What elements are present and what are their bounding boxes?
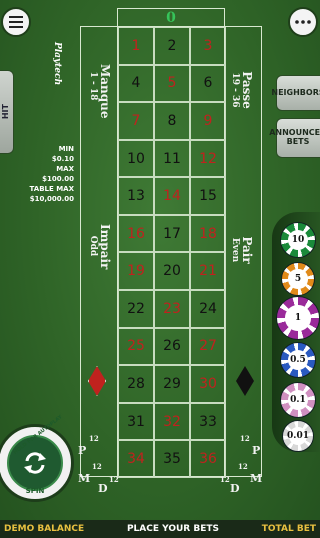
playtech-logo: Playtech [52,42,62,86]
even-label: Even [230,237,240,263]
number-cell-35[interactable]: 35 [154,440,190,478]
number-cell-11[interactable]: 11 [154,139,190,178]
status-bar: DEMO BALANCE PLACE YOUR BETS TOTAL BET [0,520,320,538]
spin-inner [7,435,63,491]
number-cell-16[interactable]: 16 [118,214,154,253]
number-cell-4[interactable]: 4 [118,64,154,103]
number-cell-8[interactable]: 8 [154,102,190,140]
number-cell-15[interactable]: 15 [190,177,226,215]
zero-cell[interactable]: 0 [117,8,225,26]
number-cell-17[interactable]: 17 [154,214,190,253]
m-right-bet[interactable]: M [250,472,262,485]
p-left-bet[interactable]: P [78,444,86,457]
spin-label: SPIN [25,487,45,495]
min-value: $0.10 [51,155,74,163]
spin-arrows-icon [24,452,46,474]
m-left-bet[interactable]: M [78,472,90,485]
demo-balance-label: DEMO BALANCE [4,524,85,534]
twelve-left-3: 12 [109,475,119,484]
number-cell-10[interactable]: 10 [118,139,154,178]
number-cell-13[interactable]: 13 [118,177,154,215]
chip-1[interactable]: 1 [276,296,320,340]
announced-bets-label: ANNOUNCED BETS [269,128,320,146]
number-cell-12[interactable]: 12 [190,139,226,178]
number-cell-29[interactable]: 29 [154,365,190,403]
chip-value: 0.01 [287,427,309,445]
d-right-bet[interactable]: D [230,482,240,495]
chip-0-5[interactable]: 0.5 [280,342,316,378]
number-cell-1[interactable]: 1 [118,27,154,65]
impair-label: Impair [98,224,112,270]
number-cell-25[interactable]: 25 [118,327,154,366]
passe-bet[interactable]: Passe 19 - 36 [220,71,264,109]
chip-0-01[interactable]: 0.01 [282,420,314,452]
number-cell-33[interactable]: 33 [190,402,226,441]
odd-label: Odd [88,235,98,257]
twelve-right-2: 12 [238,462,248,471]
number-grid: 1 2 3 4 5 6 7 8 9 10 11 12 13 14 15 16 17 18 19 20 21 22 23 24 2… [117,26,226,478]
chip-value: 10 [287,229,309,251]
number-cell-32[interactable]: 32 [154,402,190,441]
number-cell-9[interactable]: 9 [190,102,226,140]
roulette-table: HIT NEIGHBORS ANNOUNCED BETS Playtech MI… [0,0,320,538]
chip-5[interactable]: 5 [281,262,315,296]
number-cell-23[interactable]: 23 [154,290,190,328]
pair-bet[interactable]: Pair Even [220,236,264,263]
announced-bets-button[interactable]: ANNOUNCED BETS [269,118,320,158]
number-cell-28[interactable]: 28 [118,365,154,403]
manque-range: 1 - 18 [88,71,98,101]
chip-value: 5 [288,269,308,289]
twelve-right-1: 12 [240,434,250,443]
number-cell-30[interactable]: 30 [190,365,226,403]
table-max-label: TABLE MAX [29,185,74,193]
number-cell-3[interactable]: 3 [190,27,226,65]
min-label: MIN [58,145,74,153]
number-cell-14[interactable]: 14 [154,177,190,215]
more-dots-icon [295,20,311,24]
number-cell-5[interactable]: 5 [154,64,190,103]
table-max-value: $10,000.00 [29,195,74,203]
max-value: $100.00 [42,175,74,183]
table-limits: MIN $0.10 MAX $100.00 TABLE MAX $10,000.… [16,144,74,204]
number-cell-26[interactable]: 26 [154,327,190,366]
manque-label: Manque [98,64,112,119]
number-cell-27[interactable]: 27 [190,327,226,366]
number-cell-34[interactable]: 34 [118,440,154,478]
total-bet-label: TOTAL BET [261,524,316,534]
number-cell-20[interactable]: 20 [154,252,190,291]
menu-button[interactable] [1,7,31,37]
passe-range: 19 - 36 [230,72,240,108]
twelve-left-1: 12 [89,434,99,443]
manque-bet[interactable]: Manque 1 - 18 [78,64,122,119]
number-cell-31[interactable]: 31 [118,402,154,441]
number-cell-19[interactable]: 19 [118,252,154,291]
place-bets-message: PLACE YOUR BETS [126,524,219,534]
twelve-right-3: 12 [220,475,230,484]
number-cell-24[interactable]: 24 [190,290,226,328]
hamburger-menu-icon [9,16,23,28]
max-label: MAX [56,165,74,173]
twelve-left-2: 12 [92,462,102,471]
hit-button[interactable]: HIT [0,70,14,154]
chip-value: 1 [285,305,311,331]
impair-bet[interactable]: Impair Odd [78,224,122,269]
chip-10[interactable]: 10 [280,222,316,258]
number-cell-22[interactable]: 22 [118,290,154,328]
d-left-bet[interactable]: D [98,482,108,495]
chip-value: 0.5 [287,349,309,371]
passe-label: Passe [240,71,254,109]
chip-value: 0.1 [287,389,309,411]
chip-0-1[interactable]: 0.1 [280,382,316,418]
pair-label: Pair [240,236,254,264]
zero-label: 0 [166,9,176,26]
more-button[interactable] [288,7,318,37]
number-cell-7[interactable]: 7 [118,102,154,140]
p-right-bet[interactable]: P [252,444,260,457]
neighbors-label: NEIGHBORS [271,87,320,97]
neighbors-button[interactable]: NEIGHBORS [271,75,320,111]
number-cell-36[interactable]: 36 [190,440,226,478]
number-cell-2[interactable]: 2 [154,27,190,65]
hit-label: HIT [0,104,10,120]
